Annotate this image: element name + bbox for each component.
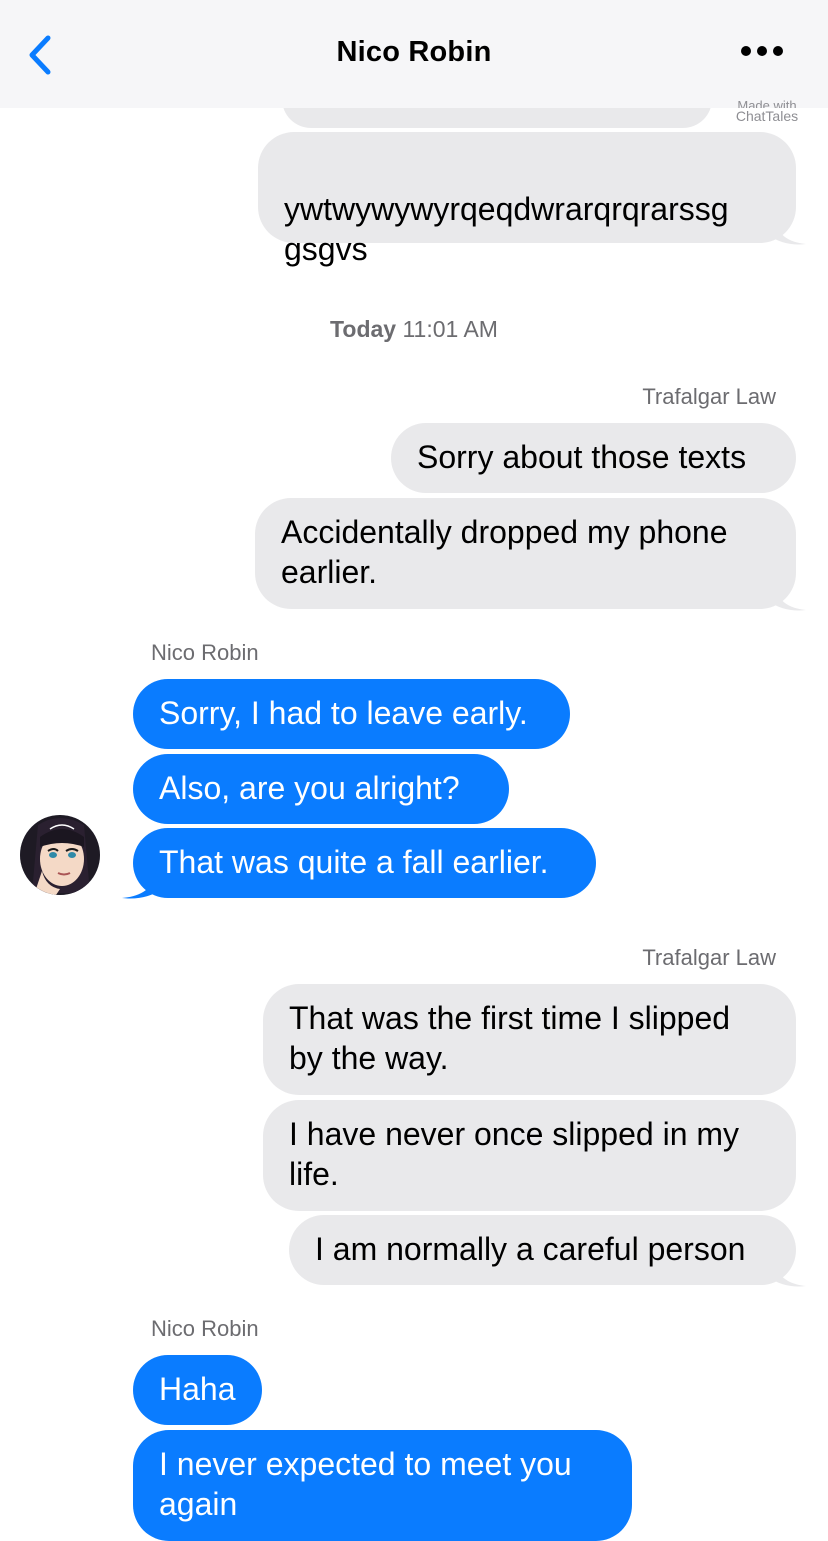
message-bubble[interactable]: I never expected to meet you again — [133, 1430, 632, 1541]
bubble-tail — [770, 580, 806, 611]
watermark: Made with ChatTales — [735, 99, 799, 124]
message-bubble[interactable]: Sorry, I had to leave early. — [133, 679, 570, 749]
message-bubble[interactable]: That was quite a fall earlier. — [133, 828, 596, 898]
more-button[interactable] — [738, 38, 786, 64]
bubble-tail — [770, 214, 806, 245]
nav-bar: Nico Robin — [0, 0, 828, 108]
sender-name: Nico Robin — [151, 1316, 259, 1341]
avatar[interactable] — [20, 815, 100, 895]
message-bubble[interactable]: ywtwywywyrqeqdwrarqrqrarssg gsgvs — [258, 132, 796, 267]
sender-name: Trafalgar Law — [642, 945, 776, 970]
message-bubble[interactable]: Haha — [133, 1355, 262, 1425]
message-bubble[interactable]: Also, are you alright? — [133, 754, 509, 824]
bubble-tail — [770, 1256, 806, 1287]
sender-name: Trafalgar Law — [642, 384, 776, 409]
timestamp: Today 11:01 AM — [330, 316, 498, 342]
message-bubble[interactable]: I have never once slipped in my life. — [263, 1100, 796, 1211]
message-bubble[interactable]: Sorry about those texts — [391, 423, 796, 493]
chat-title: Nico Robin — [336, 36, 492, 68]
message-bubble[interactable]: That was the first time I slipped by the… — [263, 984, 796, 1095]
message-bubble[interactable]: Accidentally dropped my phone earlier. — [255, 498, 796, 609]
avatar-image — [20, 815, 100, 895]
bubble-tail — [122, 868, 160, 899]
ellipsis-icon — [741, 46, 783, 56]
message-bubble[interactable]: I am normally a careful person — [289, 1215, 796, 1285]
sender-name: Nico Robin — [151, 640, 259, 665]
